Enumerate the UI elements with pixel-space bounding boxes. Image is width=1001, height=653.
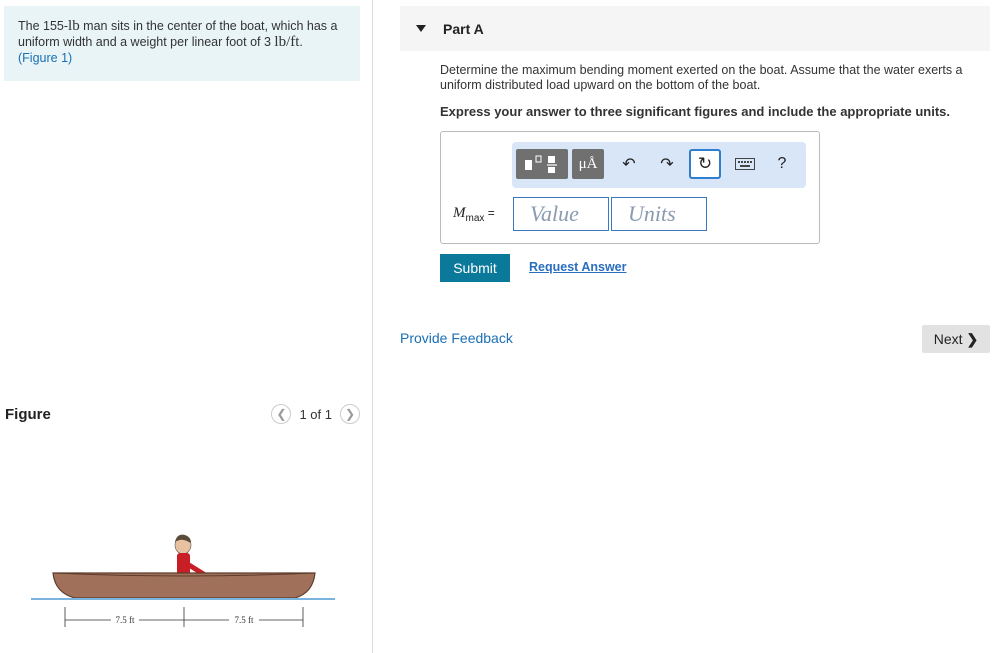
reset-button[interactable]: ↻ — [689, 149, 721, 179]
units-button[interactable]: μÅ — [572, 149, 604, 179]
next-label: Next — [933, 331, 963, 347]
reset-icon: ↻ — [697, 154, 713, 173]
units-placeholder: Units — [628, 201, 676, 226]
label-subscript: max — [465, 213, 485, 224]
unit-lb-per-ft: lb/ft — [274, 34, 300, 50]
pager-count: 1 of 1 — [299, 406, 332, 422]
problem-text-1: The 155- — [18, 19, 69, 33]
provide-feedback-link[interactable]: Provide Feedback — [400, 330, 513, 346]
prev-figure-button[interactable]: ❮ — [271, 404, 292, 424]
redo-icon: ↷ — [660, 156, 674, 173]
undo-icon: ↶ — [622, 156, 636, 173]
label-equals: = — [484, 206, 495, 220]
problem-statement: The 155-lb man sits in the center of the… — [4, 6, 360, 81]
dimension-right: 7.5 ft — [235, 615, 254, 625]
unit-lb: lb — [68, 18, 80, 34]
units-input[interactable]: Units — [611, 197, 707, 231]
answer-label: Mmax = — [453, 205, 495, 224]
figure-pager: ❮ 1 of 1 ❯ — [271, 404, 360, 424]
keyboard-icon — [735, 158, 755, 170]
help-button[interactable]: ? — [770, 149, 794, 179]
submit-button[interactable]: Submit — [440, 254, 510, 282]
part-header[interactable]: Part A — [400, 6, 990, 51]
figure-link[interactable]: (Figure 1) — [18, 51, 72, 65]
question-text: Determine the maximum bending moment exe… — [440, 63, 963, 92]
problem-text-3: . — [299, 35, 303, 49]
boat-figure: 7.5 ft 7.5 ft — [31, 534, 335, 627]
figure-header: Figure ❮ 1 of 1 ❯ — [5, 404, 360, 434]
math-toolbar: μÅ ↶ ↷ ↻ ? — [512, 142, 806, 188]
undo-button[interactable]: ↶ — [616, 149, 642, 179]
dimension-left: 7.5 ft — [116, 615, 135, 625]
question-panel: Part A Determine the maximum bending mom… — [373, 0, 1001, 653]
label-variable: M — [453, 205, 466, 221]
next-button[interactable]: Next ❯ — [922, 325, 990, 353]
problem-panel: The 155-lb man sits in the center of the… — [0, 0, 372, 653]
redo-button[interactable]: ↷ — [654, 149, 680, 179]
help-icon: ? — [777, 155, 787, 172]
collapse-triangle-icon[interactable] — [416, 25, 426, 32]
part-title: Part A — [443, 21, 484, 37]
value-input[interactable]: Value — [513, 197, 609, 231]
answer-instruction: Express your answer to three significant… — [440, 104, 950, 119]
chevron-left-icon: ❮ — [276, 407, 287, 421]
next-figure-button[interactable]: ❯ — [340, 404, 360, 424]
chevron-right-icon: ❯ — [344, 407, 356, 421]
units-symbol: μÅ — [578, 155, 598, 172]
template-button[interactable] — [516, 149, 568, 179]
keyboard-button[interactable] — [732, 149, 758, 179]
request-answer-link[interactable]: Request Answer — [529, 260, 626, 274]
chevron-right-icon: ❯ — [966, 330, 979, 347]
boat-hull — [52, 572, 316, 599]
value-placeholder: Value — [530, 201, 579, 226]
man-figure — [174, 534, 210, 579]
answer-box: μÅ ↶ ↷ ↻ ? Mmax = Value Units — [440, 131, 820, 244]
fraction-template-icon — [525, 155, 557, 173]
figure-title: Figure — [5, 406, 51, 423]
